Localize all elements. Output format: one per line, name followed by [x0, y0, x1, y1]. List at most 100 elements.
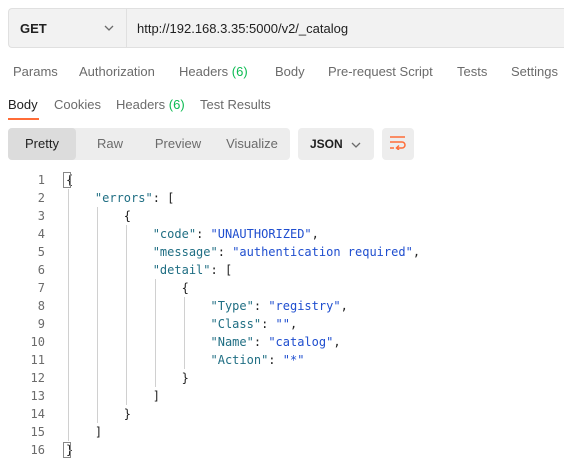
json-punctuation: [66, 245, 153, 259]
code-text: "Action": "*": [66, 351, 305, 369]
line-number: 12: [30, 371, 45, 385]
tab-tests[interactable]: Tests: [457, 62, 487, 82]
code-line: 14 }: [0, 405, 564, 423]
line-number: 1: [37, 173, 45, 187]
json-punctuation: :: [196, 227, 211, 241]
chevron-down-icon: [351, 137, 361, 151]
code-text: {: [66, 207, 131, 225]
response-tab-headers[interactable]: Headers (6): [116, 95, 185, 115]
code-text: {: [66, 279, 189, 297]
tab-body[interactable]: Body: [275, 62, 305, 82]
json-punctuation: {: [66, 281, 189, 295]
json-punctuation: : [: [152, 191, 175, 205]
tab-params[interactable]: Params: [13, 62, 58, 82]
code-text: ]: [66, 423, 102, 441]
line-number: 10: [30, 335, 45, 349]
line-number: 3: [37, 209, 45, 223]
code-line: 1{: [0, 171, 564, 189]
json-punctuation: }: [66, 371, 189, 385]
line-number: 4: [37, 227, 45, 241]
json-key: "Class": [210, 317, 262, 331]
bracket-match-highlight: [63, 172, 71, 188]
json-punctuation: ,: [289, 317, 298, 331]
json-punctuation: : [: [210, 263, 233, 277]
view-raw-button[interactable]: Raw: [76, 128, 144, 160]
json-key: "detail": [152, 263, 211, 277]
json-string: "": [275, 317, 290, 331]
response-body-editor[interactable]: 1{2 "errors": [3 {4 "code": "UNAUTHORIZE…: [0, 171, 564, 469]
chevron-down-icon: [104, 25, 114, 31]
line-number: 14: [30, 407, 45, 421]
response-tab-cookies[interactable]: Cookies: [54, 95, 101, 115]
json-punctuation: ,: [333, 335, 341, 349]
wrap-lines-button[interactable]: [382, 128, 414, 160]
json-string: "registry": [268, 299, 341, 313]
json-punctuation: ,: [340, 299, 348, 313]
json-punctuation: [66, 353, 211, 367]
json-key: "Type": [210, 299, 254, 313]
view-visualize-button[interactable]: Visualize: [214, 128, 290, 160]
json-punctuation: :: [217, 245, 233, 259]
code-text: "message": "authentication required",: [66, 243, 420, 261]
json-punctuation: }: [66, 407, 132, 421]
code-line: 5 "message": "authentication required",: [0, 243, 564, 261]
json-punctuation: ]: [66, 389, 160, 403]
line-number: 6: [37, 263, 45, 277]
response-tabs: Body Cookies Headers (6) Test Results: [0, 95, 564, 120]
json-punctuation: [66, 191, 95, 205]
url-input[interactable]: http://192.168.3.35:5000/v2/_catalog: [127, 9, 564, 47]
code-line: 9 "Class": "",: [0, 315, 564, 333]
json-key: "Action": [210, 353, 269, 367]
json-punctuation: [66, 335, 211, 349]
response-tab-headers-label: Headers: [116, 97, 166, 112]
code-text: ]: [66, 387, 160, 405]
line-number: 2: [37, 191, 45, 205]
response-headers-count-badge: (6): [168, 97, 185, 112]
line-number: 11: [30, 353, 45, 367]
format-label: JSON: [310, 137, 343, 151]
code-text: }: [66, 405, 131, 423]
code-line: 16}: [0, 441, 564, 459]
json-string: "catalog": [268, 335, 334, 349]
tab-headers-label: Headers: [179, 64, 229, 79]
json-punctuation: [66, 227, 153, 241]
code-line: 7 {: [0, 279, 564, 297]
request-tabs: Params Authorization Headers (6) Body Pr…: [0, 62, 564, 82]
code-text: "Type": "registry",: [66, 297, 348, 315]
line-number: 13: [30, 389, 45, 403]
code-text: "detail": [: [66, 261, 232, 279]
tab-headers[interactable]: Headers (6): [179, 62, 248, 82]
code-line: 10 "Name": "catalog",: [0, 333, 564, 351]
code-line: 12 }: [0, 369, 564, 387]
json-string: "UNAUTHORIZED": [210, 227, 312, 241]
line-number: 16: [30, 443, 45, 457]
line-number: 15: [30, 425, 45, 439]
wrap-lines-icon: [389, 134, 407, 155]
json-string: "*": [282, 353, 305, 367]
tab-authorization[interactable]: Authorization: [79, 62, 155, 82]
method-select[interactable]: GET: [9, 9, 127, 47]
code-line: 11 "Action": "*": [0, 351, 564, 369]
code-line: 8 "Type": "registry",: [0, 297, 564, 315]
code-line: 2 "errors": [: [0, 189, 564, 207]
tab-prerequest-script[interactable]: Pre-request Script: [328, 62, 433, 82]
code-text: "Name": "catalog",: [66, 333, 341, 351]
code-text: "code": "UNAUTHORIZED",: [66, 225, 319, 243]
response-tab-test-results[interactable]: Test Results: [200, 95, 271, 115]
tab-settings[interactable]: Settings: [511, 62, 558, 82]
response-tab-body[interactable]: Body: [8, 95, 38, 115]
json-punctuation: :: [268, 353, 283, 367]
view-pretty-button[interactable]: Pretty: [8, 128, 76, 160]
json-punctuation: ,: [412, 245, 421, 259]
json-punctuation: :: [261, 317, 276, 331]
code-line: 6 "detail": [: [0, 261, 564, 279]
json-punctuation: {: [66, 209, 132, 223]
bracket-match-highlight: [63, 442, 71, 458]
code-line: 15 ]: [0, 423, 564, 441]
line-number: 9: [37, 317, 45, 331]
view-preview-button[interactable]: Preview: [142, 128, 214, 160]
code-text: "errors": [: [66, 189, 174, 207]
format-select[interactable]: JSON: [298, 128, 374, 160]
json-string: "authentication required": [232, 245, 413, 259]
json-punctuation: ]: [66, 425, 103, 439]
